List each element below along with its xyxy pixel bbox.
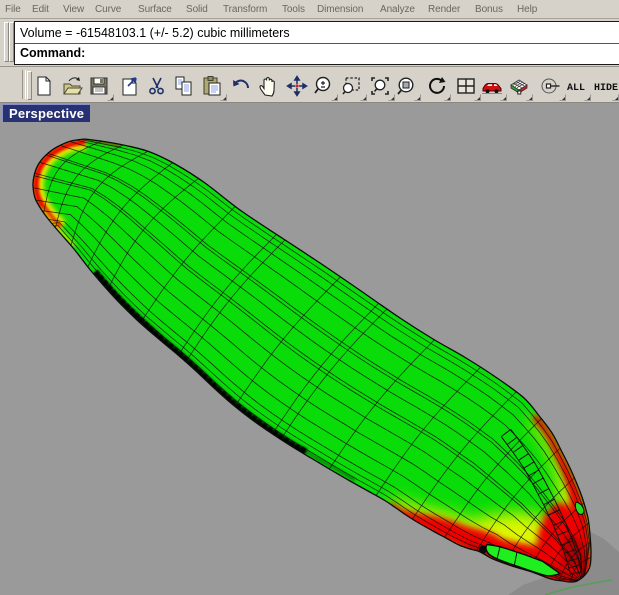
svg-text:ALL: ALL <box>567 83 585 94</box>
svg-text:HIDE: HIDE <box>594 83 618 94</box>
